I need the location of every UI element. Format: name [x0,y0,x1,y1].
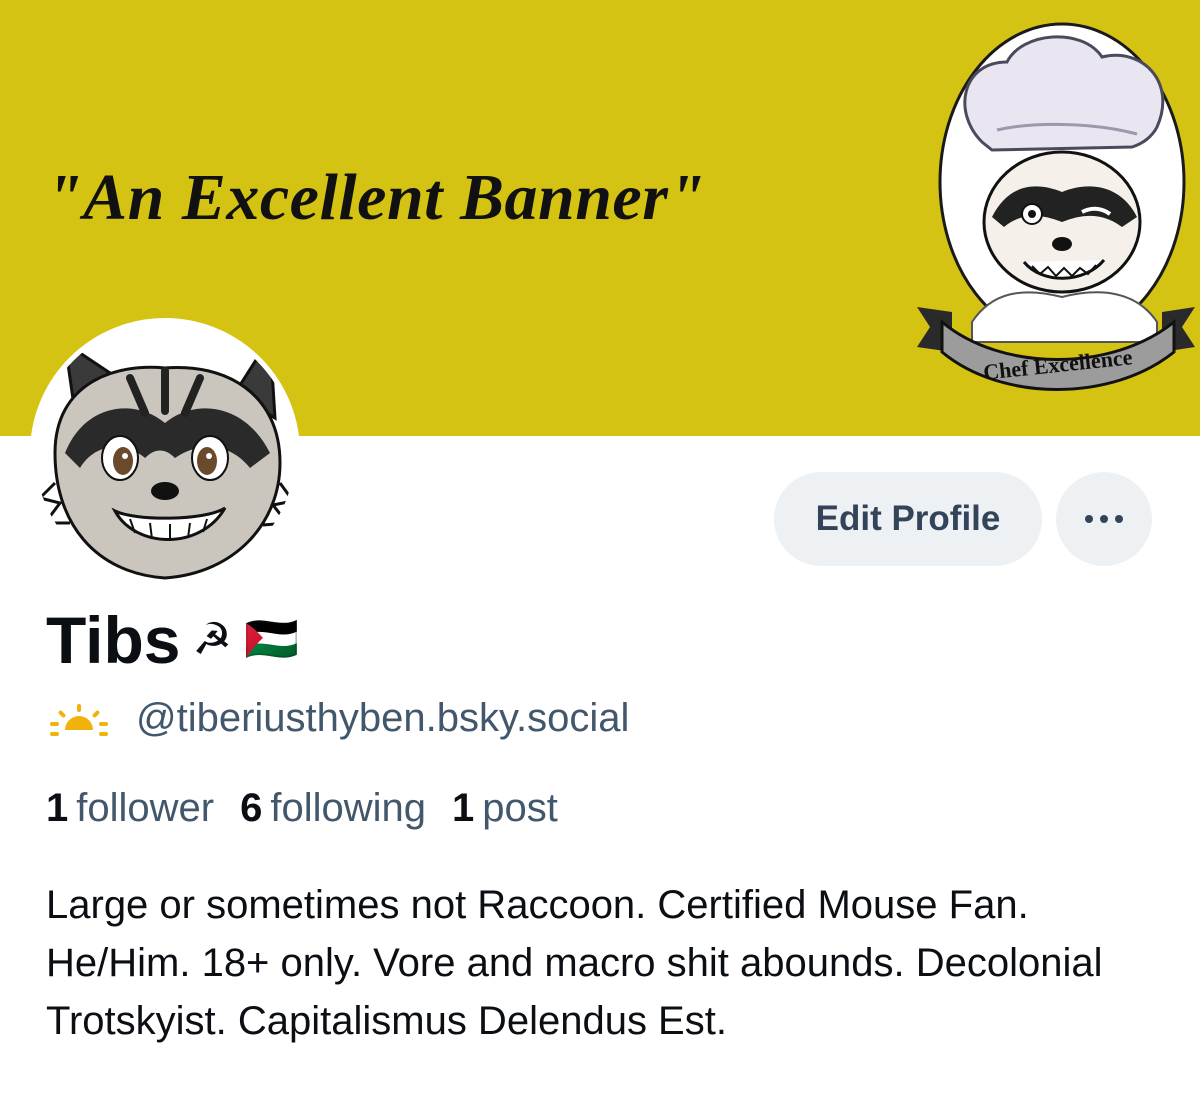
following-stat[interactable]: 6 following [240,786,426,831]
banner-text: "An Excellent Banner" [46,161,706,234]
posts-stat: 1 post [452,786,558,831]
more-options-button[interactable] [1056,472,1152,566]
following-label: following [270,786,426,830]
profile-bio: Large or sometimes not Raccoon. Certifie… [46,883,1103,1043]
ellipsis-icon [1085,515,1123,523]
flag-emoji: 🇵🇸 [243,615,299,664]
chef-badge-image: Chef Excellence [917,22,1195,391]
posts-label: post [482,786,558,830]
sun-icon [50,703,108,736]
display-name-text: Tibs [46,603,181,677]
posts-count: 1 [452,786,475,830]
profile-stats: 1 follower 6 following 1 post [46,786,584,831]
handle-row: @tiberiusthyben.bsky.social [48,696,629,741]
edit-profile-button[interactable]: Edit Profile [774,472,1042,566]
profile-avatar[interactable] [30,318,300,588]
profile-handle: @tiberiusthyben.bsky.social [136,696,630,740]
following-count: 6 [240,786,263,830]
profile-page: "An Excellent Banner" Chef Excellence Ed… [0,0,1200,1093]
followers-label: follower [76,786,215,830]
display-name: Tibs ☭ 🇵🇸 [46,602,299,678]
followers-count: 1 [46,786,69,830]
hammer-sickle-emoji: ☭ [192,615,232,664]
followers-stat[interactable]: 1 follower [46,786,214,831]
